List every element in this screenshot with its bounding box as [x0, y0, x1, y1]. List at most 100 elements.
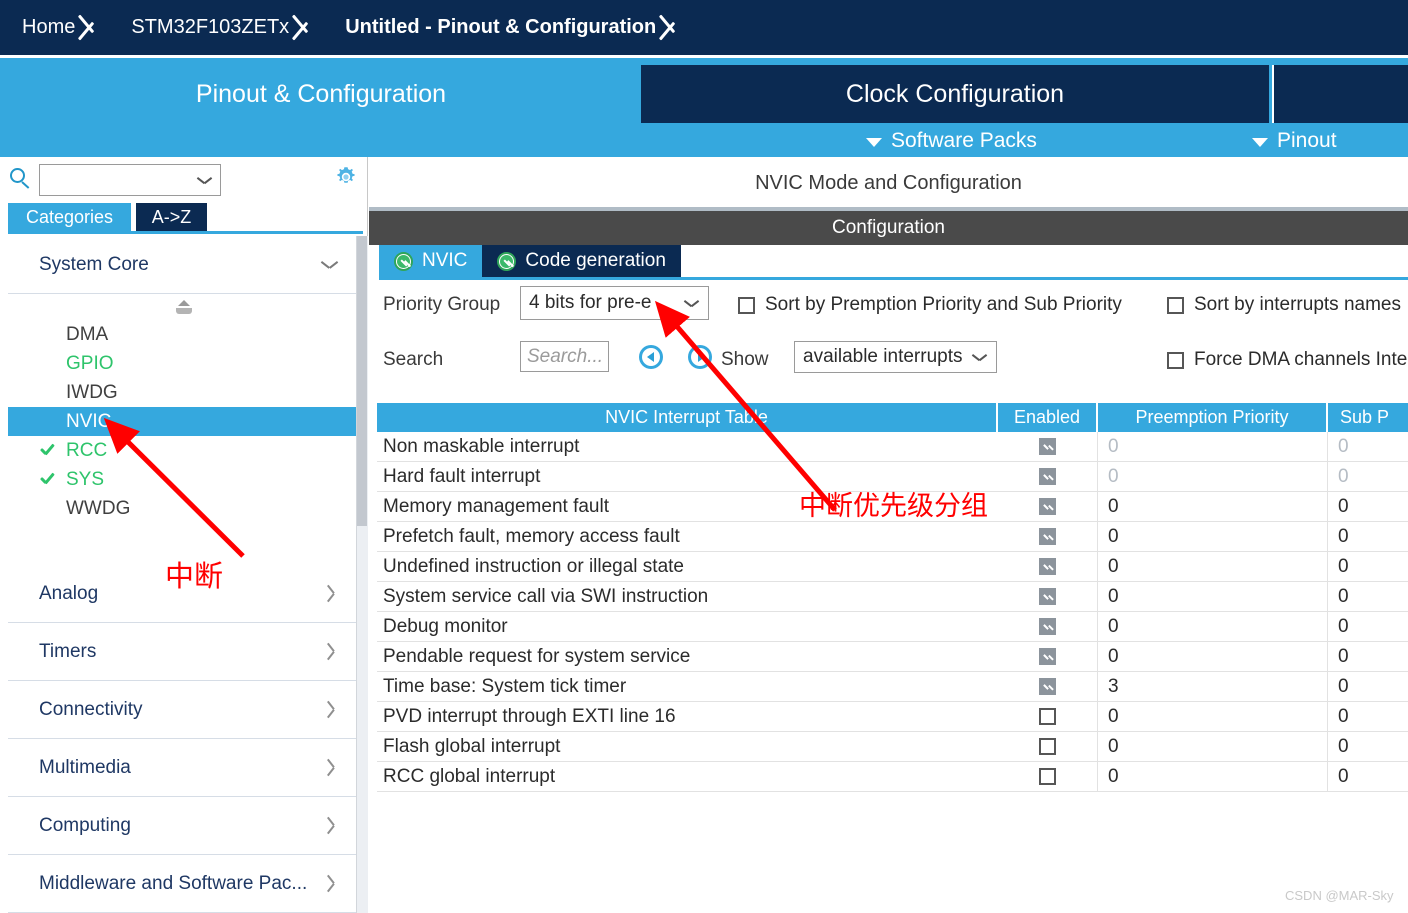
cell-preemption-priority[interactable]: 0: [1098, 552, 1328, 581]
table-row[interactable]: PVD interrupt through EXTI line 16 0 0: [377, 702, 1408, 732]
table-row[interactable]: Time base: System tick timer 3 0: [377, 672, 1408, 702]
cell-preemption-priority[interactable]: 0: [1098, 702, 1328, 731]
cell-sub-priority[interactable]: 0: [1328, 732, 1408, 761]
cell-preemption-priority[interactable]: 0: [1098, 432, 1328, 461]
sidebar-item-rcc[interactable]: RCC: [8, 436, 359, 465]
sidebar-group-middleware[interactable]: Middleware and Software Pac...: [8, 855, 359, 913]
gear-icon[interactable]: [333, 164, 359, 190]
enabled-checkbox[interactable]: [1039, 618, 1056, 635]
sidebar-item-wwdg[interactable]: WWDG: [8, 494, 359, 523]
enabled-checkbox[interactable]: [1039, 468, 1056, 485]
cell-enabled: [998, 642, 1098, 671]
cell-sub-priority[interactable]: 0: [1328, 582, 1408, 611]
cell-preemption-priority[interactable]: 0: [1098, 612, 1328, 641]
sidebar-scrollbar-thumb[interactable]: [357, 236, 367, 526]
cell-preemption-priority[interactable]: 0: [1098, 522, 1328, 551]
tab-code-generation[interactable]: Code generation: [482, 245, 681, 277]
table-row[interactable]: Flash global interrupt 0 0: [377, 732, 1408, 762]
sort-preemption-row[interactable]: Sort by Premption Priority and Sub Prior…: [738, 294, 1122, 316]
sidebar-group-system-core[interactable]: System Core: [8, 236, 359, 294]
enabled-checkbox[interactable]: [1039, 738, 1056, 755]
table-row[interactable]: Debug monitor 0 0: [377, 612, 1408, 642]
breadcrumb-item-mcu[interactable]: STM32F103ZETx: [109, 0, 323, 55]
column-header-name[interactable]: NVIC Interrupt Table: [377, 403, 998, 432]
enabled-checkbox[interactable]: [1039, 528, 1056, 545]
enabled-checkbox[interactable]: [1039, 648, 1056, 665]
cell-preemption-priority[interactable]: 0: [1098, 732, 1328, 761]
cell-sub-priority[interactable]: 0: [1328, 672, 1408, 701]
chevron-right-icon: [73, 0, 107, 55]
breadcrumb-item-home[interactable]: Home: [0, 0, 109, 55]
table-row[interactable]: Non maskable interrupt 0 0: [377, 432, 1408, 462]
cell-sub-priority[interactable]: 0: [1328, 432, 1408, 461]
enabled-checkbox[interactable]: [1039, 768, 1056, 785]
cell-sub-priority[interactable]: 0: [1328, 762, 1408, 791]
tab-project-manager[interactable]: [1272, 65, 1408, 123]
column-header-preemption[interactable]: Preemption Priority: [1098, 403, 1328, 432]
enabled-checkbox[interactable]: [1039, 588, 1056, 605]
sort-names-checkbox[interactable]: [1167, 296, 1184, 314]
sidebar-item-sys[interactable]: SYS: [8, 465, 359, 494]
force-dma-checkbox[interactable]: [1167, 351, 1184, 369]
sidebar-item-iwdg[interactable]: IWDG: [8, 378, 359, 407]
tab-pinout-configuration[interactable]: Pinout & Configuration: [6, 65, 636, 123]
cell-sub-priority[interactable]: 0: [1328, 612, 1408, 641]
cell-preemption-priority[interactable]: 0: [1098, 462, 1328, 491]
sidebar-item-nvic[interactable]: NVIC: [8, 407, 359, 436]
config-form: Priority Group 4 bits for pre-e Sort by …: [369, 283, 1408, 393]
enabled-checkbox[interactable]: [1039, 678, 1056, 695]
sidebar-group-computing[interactable]: Computing: [8, 797, 359, 855]
table-row[interactable]: RCC global interrupt 0 0: [377, 762, 1408, 792]
table-row[interactable]: System service call via SWI instruction 0…: [377, 582, 1408, 612]
table-row[interactable]: Pendable request for system service 0 0: [377, 642, 1408, 672]
force-dma-row[interactable]: Force DMA channels Inte: [1167, 349, 1407, 371]
search-input[interactable]: [39, 164, 221, 196]
cell-sub-priority[interactable]: 0: [1328, 552, 1408, 581]
sidebar-item-gpio[interactable]: GPIO: [8, 349, 359, 378]
tab-categories[interactable]: Categories: [8, 203, 131, 231]
search-next-button[interactable]: [688, 345, 712, 369]
breadcrumb-item-project[interactable]: Untitled - Pinout & Configuration: [323, 0, 690, 55]
scroll-up-spinner[interactable]: [8, 294, 359, 320]
sidebar-group-multimedia[interactable]: Multimedia: [8, 739, 359, 797]
show-select[interactable]: available interrupts: [794, 341, 997, 373]
enabled-checkbox[interactable]: [1039, 498, 1056, 515]
tab-nvic[interactable]: NVIC: [379, 245, 483, 277]
search-previous-button[interactable]: [639, 345, 663, 369]
priority-group-select[interactable]: 4 bits for pre-e: [520, 286, 709, 320]
table-row[interactable]: Undefined instruction or illegal state 0 0: [377, 552, 1408, 582]
sidebar-item-nvic-label: NVIC: [66, 410, 112, 432]
cell-preemption-priority[interactable]: 0: [1098, 492, 1328, 521]
enabled-checkbox[interactable]: [1039, 438, 1056, 455]
force-dma-label: Force DMA channels Inte: [1194, 349, 1408, 370]
breadcrumb-mcu-label: STM32F103ZETx: [131, 16, 290, 38]
sort-names-row[interactable]: Sort by interrupts names: [1167, 294, 1401, 316]
show-label: Show: [721, 349, 769, 370]
cell-sub-priority[interactable]: 0: [1328, 702, 1408, 731]
cell-sub-priority[interactable]: 0: [1328, 492, 1408, 521]
cell-sub-priority[interactable]: 0: [1328, 522, 1408, 551]
cell-preemption-priority[interactable]: 3: [1098, 672, 1328, 701]
table-row[interactable]: Prefetch fault, memory access fault 0 0: [377, 522, 1408, 552]
enabled-checkbox[interactable]: [1039, 558, 1056, 575]
sidebar-group-connectivity[interactable]: Connectivity: [8, 681, 359, 739]
chevron-down-icon: [866, 137, 882, 147]
sort-preemption-checkbox[interactable]: [738, 296, 755, 314]
menu-software-packs[interactable]: Software Packs: [866, 124, 1037, 157]
cell-preemption-priority[interactable]: 0: [1098, 642, 1328, 671]
tab-clock-configuration[interactable]: Clock Configuration: [641, 65, 1269, 123]
cell-enabled: [998, 432, 1098, 461]
chevron-down-icon: [685, 300, 698, 307]
cell-sub-priority[interactable]: 0: [1328, 642, 1408, 671]
cell-preemption-priority[interactable]: 0: [1098, 762, 1328, 791]
column-header-sub-priority[interactable]: Sub P: [1328, 403, 1408, 432]
cell-sub-priority[interactable]: 0: [1328, 462, 1408, 491]
sidebar-item-dma[interactable]: DMA: [8, 320, 359, 349]
enabled-checkbox[interactable]: [1039, 708, 1056, 725]
interrupt-search-input[interactable]: Search...: [520, 341, 609, 372]
column-header-enabled[interactable]: Enabled: [998, 403, 1098, 432]
cell-preemption-priority[interactable]: 0: [1098, 582, 1328, 611]
sidebar-group-timers[interactable]: Timers: [8, 623, 359, 681]
menu-pinout[interactable]: Pinout: [1252, 124, 1337, 157]
tab-a-to-z[interactable]: A->Z: [136, 203, 207, 231]
